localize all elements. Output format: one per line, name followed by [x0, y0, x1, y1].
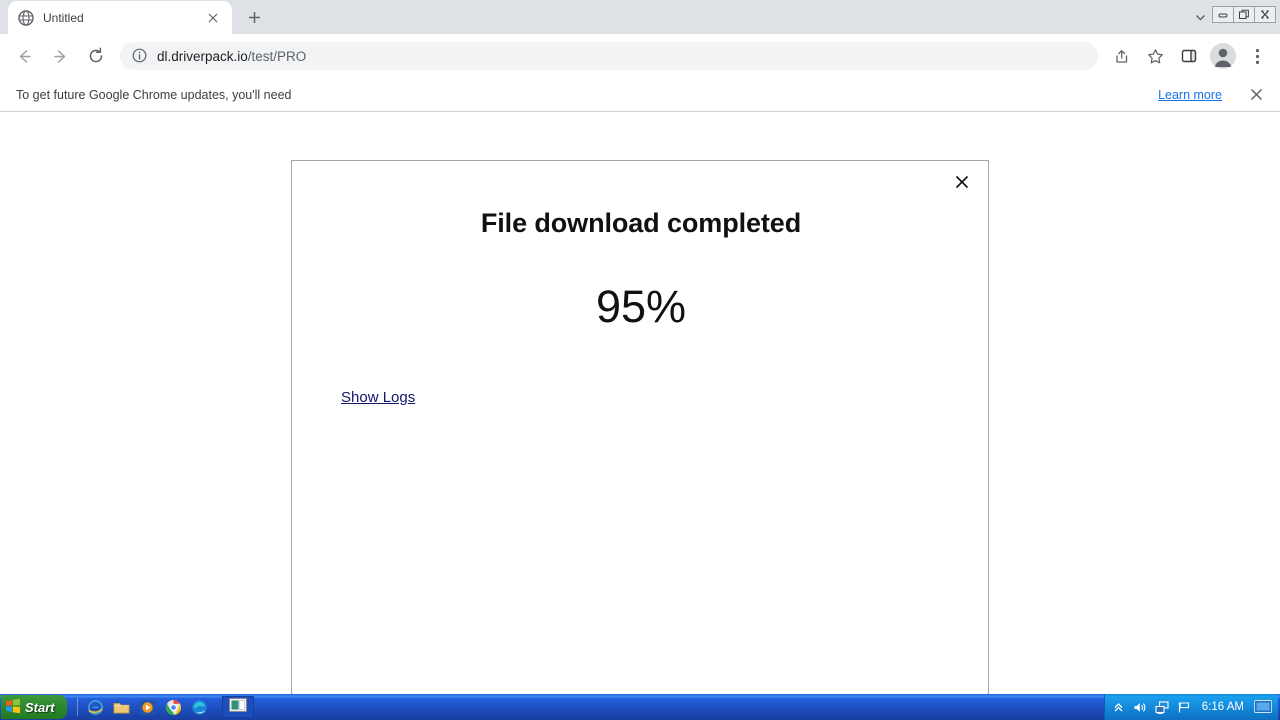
restore-icon[interactable] — [1233, 6, 1255, 23]
browser-toolbar: dl.driverpack.io/test/PRO — [0, 34, 1280, 78]
info-circle-icon[interactable] — [132, 48, 148, 64]
browser-window: Untitled dl.driverpack.io/test/PRO To ge… — [0, 0, 1280, 694]
monitor-icon[interactable] — [1254, 700, 1272, 714]
new-tab-button[interactable] — [240, 3, 268, 31]
quick-launch-bar — [73, 694, 212, 720]
browser-tab[interactable]: Untitled — [8, 1, 232, 34]
forward-arrow-icon[interactable] — [45, 41, 75, 71]
modal-title: File download completed — [480, 208, 802, 238]
quick-launch-divider — [76, 698, 78, 716]
update-infobar: To get future Google Chrome updates, you… — [0, 78, 1280, 112]
chrome-icon[interactable] — [165, 699, 182, 716]
share-icon[interactable] — [1106, 41, 1136, 71]
download-percent: 95% — [595, 281, 687, 332]
media-player-icon[interactable] — [139, 699, 156, 716]
tab-close-icon[interactable] — [204, 9, 222, 27]
url-domain: dl.driverpack.io — [157, 48, 248, 64]
globe-icon — [18, 9, 34, 26]
url-path: /test/PRO — [247, 48, 307, 64]
show-logs-link[interactable]: Show Logs — [341, 389, 415, 406]
tab-title: Untitled — [43, 10, 84, 25]
profile-avatar-icon[interactable] — [1210, 43, 1236, 69]
speaker-icon[interactable] — [1133, 700, 1148, 715]
download-modal: File download completed 95% Show Logs — [291, 160, 989, 694]
tabstrip-controls — [1187, 1, 1280, 34]
tab-strip: Untitled — [0, 0, 1280, 34]
folder-icon[interactable] — [113, 699, 130, 716]
learn-more-link[interactable]: Learn more — [1158, 88, 1222, 102]
star-icon[interactable] — [1140, 41, 1170, 71]
three-dot-menu-icon[interactable] — [1242, 41, 1272, 71]
side-panel-icon[interactable] — [1174, 41, 1204, 71]
clock[interactable]: 6:16 AM — [1202, 701, 1244, 713]
start-label: Start — [25, 699, 55, 715]
chevron-up-icon[interactable] — [1111, 700, 1126, 715]
minimize-icon[interactable] — [1212, 6, 1234, 23]
infobar-close-icon[interactable] — [1248, 87, 1264, 103]
window-controls — [1212, 6, 1276, 23]
network-icon[interactable] — [1155, 700, 1170, 715]
internet-explorer-icon[interactable] — [87, 699, 104, 716]
back-arrow-icon[interactable] — [9, 41, 39, 71]
address-bar[interactable]: dl.driverpack.io/test/PRO — [120, 42, 1098, 70]
url-text: dl.driverpack.io/test/PRO — [157, 49, 306, 64]
taskbar-active-window[interactable] — [221, 696, 254, 718]
system-tray: 6:16 AM — [1103, 694, 1278, 720]
modal-close-icon[interactable] — [949, 169, 975, 195]
close-window-icon[interactable] — [1254, 6, 1276, 23]
reload-icon[interactable] — [81, 41, 111, 71]
windows-logo-icon — [5, 698, 21, 717]
chevron-down-icon[interactable] — [1187, 5, 1213, 31]
flag-icon[interactable] — [1177, 700, 1192, 715]
window-icon — [228, 697, 247, 717]
edge-icon[interactable] — [191, 699, 208, 716]
infobar-message: To get future Google Chrome updates, you… — [16, 87, 292, 102]
start-button[interactable]: Start — [1, 695, 67, 719]
page-viewport: File download completed 95% Show Logs AN… — [0, 113, 1280, 694]
windows-taskbar: Start 6:16 AM — [0, 694, 1280, 720]
